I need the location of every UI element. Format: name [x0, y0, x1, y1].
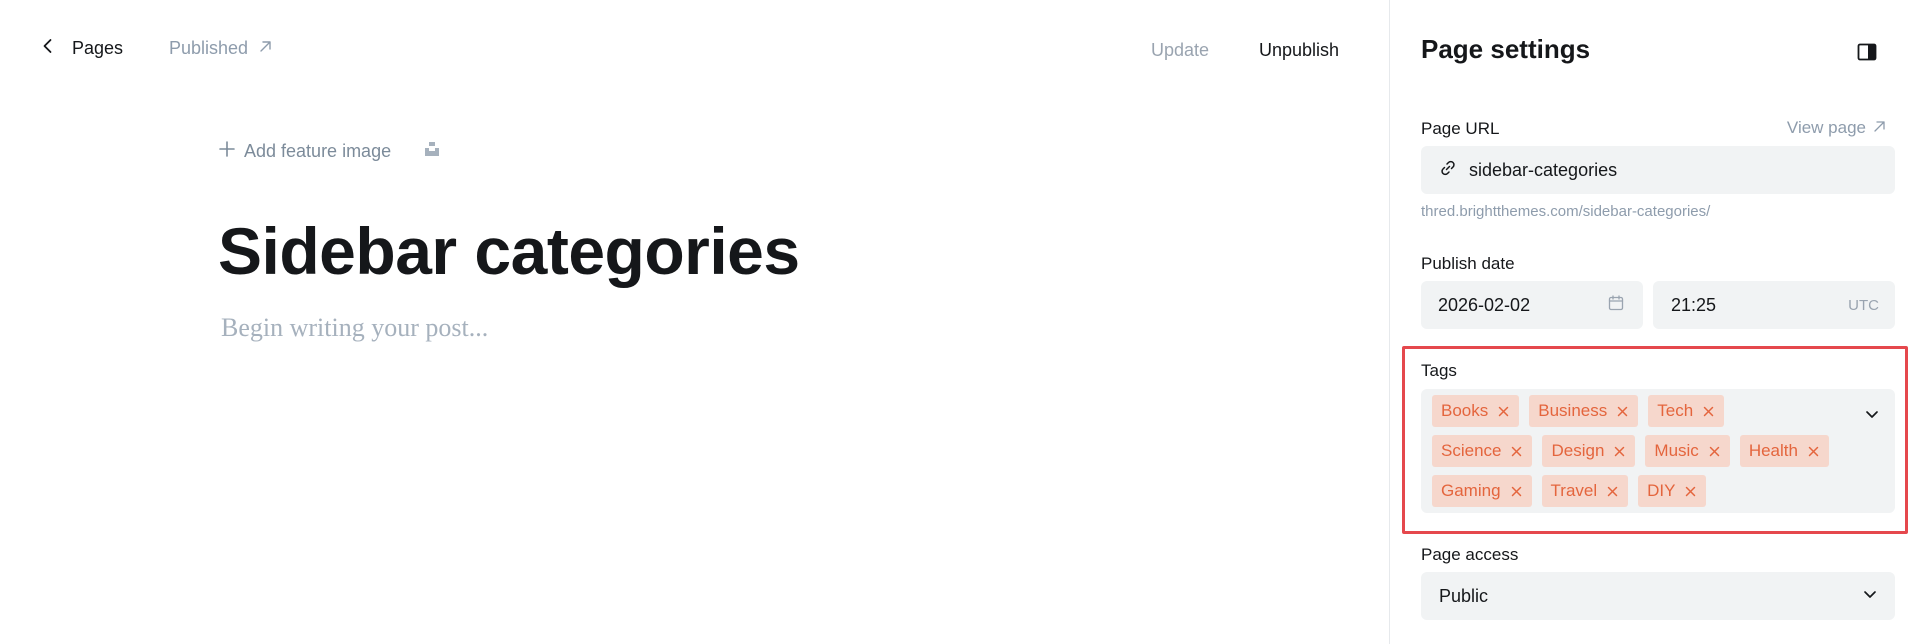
add-feature-image-button[interactable]: Add feature image	[218, 140, 391, 163]
post-body-editor[interactable]: Begin writing your post...	[221, 313, 488, 343]
tag-business[interactable]: Business	[1529, 395, 1639, 427]
tag-diy[interactable]: DIY	[1638, 475, 1707, 507]
close-icon[interactable]	[1497, 405, 1510, 418]
close-icon[interactable]	[1684, 485, 1697, 498]
published-label: Published	[169, 38, 249, 58]
tag-tech[interactable]: Tech	[1648, 395, 1725, 427]
publish-date-input[interactable]: 2026-02-02	[1421, 281, 1643, 329]
page-url-value: sidebar-categories	[1469, 159, 1618, 180]
tag-label: Design	[1551, 441, 1605, 460]
chevron-down-icon[interactable]	[1863, 405, 1881, 423]
tag-music[interactable]: Music	[1645, 435, 1730, 467]
close-icon[interactable]	[1708, 445, 1721, 458]
close-icon[interactable]	[1510, 445, 1523, 458]
timezone-label: UTC	[1848, 296, 1879, 314]
tag-label: Books	[1441, 401, 1489, 420]
chevron-left-icon	[38, 36, 58, 61]
close-icon[interactable]	[1606, 485, 1619, 498]
publish-date-label: Publish date	[1421, 254, 1515, 273]
tags-input[interactable]: Books Business Tech Science Design Music…	[1421, 389, 1895, 513]
tag-label: Music	[1654, 441, 1699, 460]
arrow-up-right-icon	[258, 38, 273, 59]
tag-design[interactable]: Design	[1542, 435, 1636, 467]
publish-time-input[interactable]: 21:25 UTC	[1653, 281, 1895, 329]
tag-label: Travel	[1550, 481, 1598, 500]
unsplash-icon	[423, 140, 441, 163]
unsplash-button[interactable]	[421, 141, 443, 163]
post-title[interactable]: Sidebar categories	[218, 212, 800, 290]
tags-label: Tags	[1421, 361, 1457, 380]
page-access-select[interactable]: Public	[1421, 572, 1895, 620]
tag-health[interactable]: Health	[1739, 435, 1829, 467]
view-page-label: View page	[1786, 118, 1866, 137]
page-settings-panel: Page settings Page URL View page sidebar…	[1389, 0, 1920, 644]
chevron-down-icon	[1861, 585, 1879, 608]
plus-icon	[218, 140, 236, 163]
tag-label: Health	[1748, 441, 1798, 460]
page-url-input[interactable]: sidebar-categories	[1421, 146, 1895, 194]
close-icon[interactable]	[1702, 405, 1715, 418]
tag-label: DIY	[1647, 481, 1676, 500]
publish-date-value: 2026-02-02	[1438, 294, 1531, 315]
calendar-icon	[1607, 294, 1625, 317]
back-to-pages-button[interactable]: Pages	[38, 36, 123, 61]
back-label: Pages	[72, 38, 124, 58]
feature-image-row: Add feature image	[218, 140, 443, 163]
tag-label: Science	[1441, 441, 1502, 460]
close-icon[interactable]	[1613, 445, 1626, 458]
tag-books[interactable]: Books	[1432, 395, 1520, 427]
page-url-hint: thred.brightthemes.com/sidebar-categorie…	[1421, 203, 1711, 220]
tag-travel[interactable]: Travel	[1541, 475, 1629, 507]
unpublish-button[interactable]: Unpublish	[1259, 40, 1339, 61]
published-status-link[interactable]: Published	[169, 38, 273, 59]
add-feature-image-label: Add feature image	[244, 141, 392, 161]
panel-title: Page settings	[1421, 34, 1591, 64]
tag-label: Tech	[1657, 401, 1694, 420]
tag-science[interactable]: Science	[1432, 435, 1533, 467]
tags-list: Books Business Tech Science Design Music…	[1432, 395, 1832, 507]
update-button[interactable]: Update	[1151, 40, 1209, 61]
tag-label: Business	[1538, 401, 1608, 420]
sidebar-toggle-icon	[1855, 43, 1879, 68]
publish-time-value: 21:25	[1671, 294, 1717, 315]
close-icon[interactable]	[1510, 485, 1523, 498]
tag-label: Gaming	[1441, 481, 1501, 500]
arrow-up-right-icon	[1873, 118, 1886, 138]
sidebar-toggle-button[interactable]	[1855, 40, 1879, 64]
link-icon	[1439, 159, 1457, 182]
editor: Pages Published Update Unpublish Add fea…	[0, 0, 1389, 644]
close-icon[interactable]	[1807, 445, 1820, 458]
editor-topbar: Pages Published Update Unpublish	[0, 0, 1389, 102]
close-icon[interactable]	[1616, 405, 1629, 418]
page-access-label: Page access	[1421, 545, 1519, 564]
page-url-label: Page URL	[1421, 119, 1500, 138]
tag-gaming[interactable]: Gaming	[1432, 475, 1532, 507]
page-access-value: Public	[1439, 585, 1489, 606]
view-page-link[interactable]: View page	[1787, 118, 1886, 138]
